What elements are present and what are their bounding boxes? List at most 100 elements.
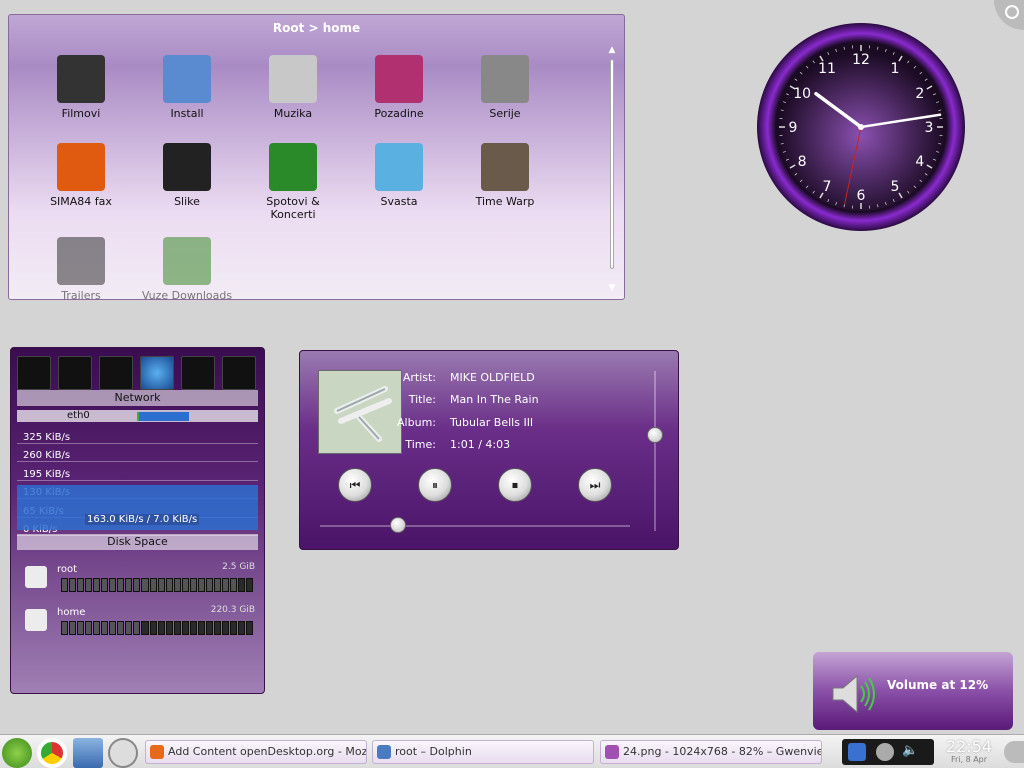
title-label: Title:: [408, 393, 436, 406]
orange-app-icon: [57, 143, 105, 191]
title-value: Man In The Rain: [450, 393, 539, 406]
task-label: Add Content openDesktop.org - Mozilla: [168, 745, 367, 758]
folder-scrollbar[interactable]: ▲ ▼: [606, 45, 618, 295]
artist-label: Artist:: [402, 371, 436, 384]
pause-button[interactable]: ⏸: [418, 468, 452, 502]
digital-clock[interactable]: 22:54 Fri, 8 Apr: [938, 737, 1000, 767]
folder-item[interactable]: Filmovi: [31, 55, 131, 120]
folder-item-label: Serije: [489, 107, 521, 120]
folder-item-label: Muzika: [273, 107, 313, 120]
graph-scale-label: 260 KiB/s: [23, 450, 71, 462]
disk-free: 220.3 GiB: [210, 605, 255, 615]
seek-slider[interactable]: [389, 517, 406, 533]
clock-number: 9: [789, 120, 798, 136]
graph-scale-label: 325 KiB/s: [23, 432, 71, 443]
previous-button[interactable]: ⏮: [338, 468, 372, 502]
clock-number: 10: [793, 86, 811, 102]
time-value: 1:01 / 4:03: [450, 438, 511, 451]
taskbar: Add Content openDesktop.org - Mozilla ro…: [0, 734, 1024, 768]
folder-item-label: Time Warp: [475, 195, 535, 208]
folder-item[interactable]: Pozadine: [349, 55, 449, 120]
volume-slider[interactable]: [647, 427, 663, 443]
disk-icon[interactable]: [17, 356, 51, 390]
analog-clock: 12 1 2 3 4 5 6 7 8 9 10 11: [756, 22, 966, 232]
filmstrip-icon: [481, 143, 529, 191]
previous-icon: ⏮: [349, 477, 361, 492]
desktop-toolbox[interactable]: [990, 0, 1024, 30]
stop-button[interactable]: ⏹: [498, 468, 532, 502]
folder-item-label: Slike: [174, 195, 200, 208]
clock-number: 11: [818, 61, 836, 77]
menu-icon[interactable]: [2, 738, 32, 768]
panel-toolbox-icon[interactable]: [1004, 741, 1024, 763]
folder-item-label: Trailers: [61, 289, 101, 300]
folder-item[interactable]: Serije: [455, 55, 555, 120]
camera-icon: [163, 143, 211, 191]
clock-number: 6: [857, 188, 866, 204]
network-manager-icon[interactable]: [876, 743, 894, 761]
stop-icon: ⏹: [511, 477, 518, 492]
film-clapper-icon: [57, 55, 105, 103]
task-gwenview[interactable]: 24.png - 1024x768 - 82% – Gwenview: [600, 740, 822, 764]
disk-row: home 220.3 GiB: [25, 605, 255, 647]
display-icon[interactable]: [181, 356, 215, 390]
task-dolphin[interactable]: root – Dolphin: [372, 740, 594, 764]
disk-name: root: [57, 564, 78, 575]
file-manager-icon[interactable]: [73, 738, 103, 768]
music-clapper-icon: [269, 143, 317, 191]
clock-number: 4: [915, 154, 924, 170]
network-rate: 163.0 KiB/s / 7.0 KiB/s: [85, 514, 200, 525]
clock-number: 3: [925, 120, 934, 136]
album-value: Tubular Bells III: [450, 416, 534, 429]
clock-number: 12: [852, 52, 870, 68]
next-button[interactable]: ⏭: [578, 468, 612, 502]
clock-center: [858, 124, 864, 130]
task-firefox[interactable]: Add Content openDesktop.org - Mozilla: [145, 740, 367, 764]
folder-item[interactable]: Vuze Downloads: [137, 237, 237, 299]
folder-item[interactable]: SIMA84 fax: [31, 143, 131, 208]
album-label: Album:: [397, 416, 436, 429]
scroll-down-icon[interactable]: ▼: [606, 283, 618, 293]
folder-item[interactable]: Trailers: [31, 237, 131, 300]
artist-value: MIKE OLDFIELD: [450, 371, 535, 384]
network-section-title: Network: [17, 390, 258, 406]
task-label: root – Dolphin: [395, 745, 472, 758]
network-icon[interactable]: [108, 738, 138, 768]
eye-folder-icon: [375, 55, 423, 103]
network-globe-icon[interactable]: [140, 356, 174, 390]
task-label: 24.png - 1024x768 - 82% – Gwenview: [623, 745, 822, 758]
folder-item[interactable]: Spotovi & Koncerti: [243, 143, 343, 221]
disk-section-title: Disk Space: [17, 534, 258, 550]
system-tray: 🔈: [842, 739, 934, 765]
folder-item[interactable]: Svasta: [349, 143, 449, 208]
folder-title: Root > home: [272, 21, 361, 35]
clock-number: 7: [823, 179, 832, 195]
disk-usage-bar: [61, 578, 254, 592]
folder-item[interactable]: Slike: [137, 143, 237, 208]
volume-osd: Volume at 12%: [813, 652, 1013, 730]
pause-icon: ⏸: [431, 477, 438, 492]
film-clapper-icon: [57, 237, 105, 285]
camcorder-icon: [481, 55, 529, 103]
drive-icon: [25, 566, 47, 588]
molecule-icon: [375, 143, 423, 191]
speaker-icon: [829, 672, 879, 719]
cpu-chip-icon[interactable]: [222, 356, 256, 390]
folder-item-label: Pozadine: [374, 107, 424, 120]
volume-icon[interactable]: 🔈: [902, 743, 920, 761]
harddrive-icon[interactable]: [58, 356, 92, 390]
scroll-up-icon[interactable]: ▲: [606, 45, 618, 55]
clock-number: 8: [798, 154, 807, 170]
install-package-icon: [163, 55, 211, 103]
disk-name: home: [57, 607, 86, 618]
folder-item[interactable]: Muzika: [243, 55, 343, 120]
folder-item-label: Filmovi: [61, 107, 101, 120]
folder-item[interactable]: Time Warp: [455, 143, 555, 208]
drive-icon: [25, 609, 47, 631]
hardware-icon[interactable]: [99, 356, 133, 390]
chrome-icon[interactable]: [37, 738, 67, 768]
klipper-icon[interactable]: [848, 743, 866, 761]
clock-time: 22:54: [945, 737, 993, 756]
folder-item[interactable]: Install: [137, 55, 237, 120]
system-monitor-widget: Network eth0 325 KiB/s 260 KiB/s 195 KiB/s…: [10, 347, 265, 694]
